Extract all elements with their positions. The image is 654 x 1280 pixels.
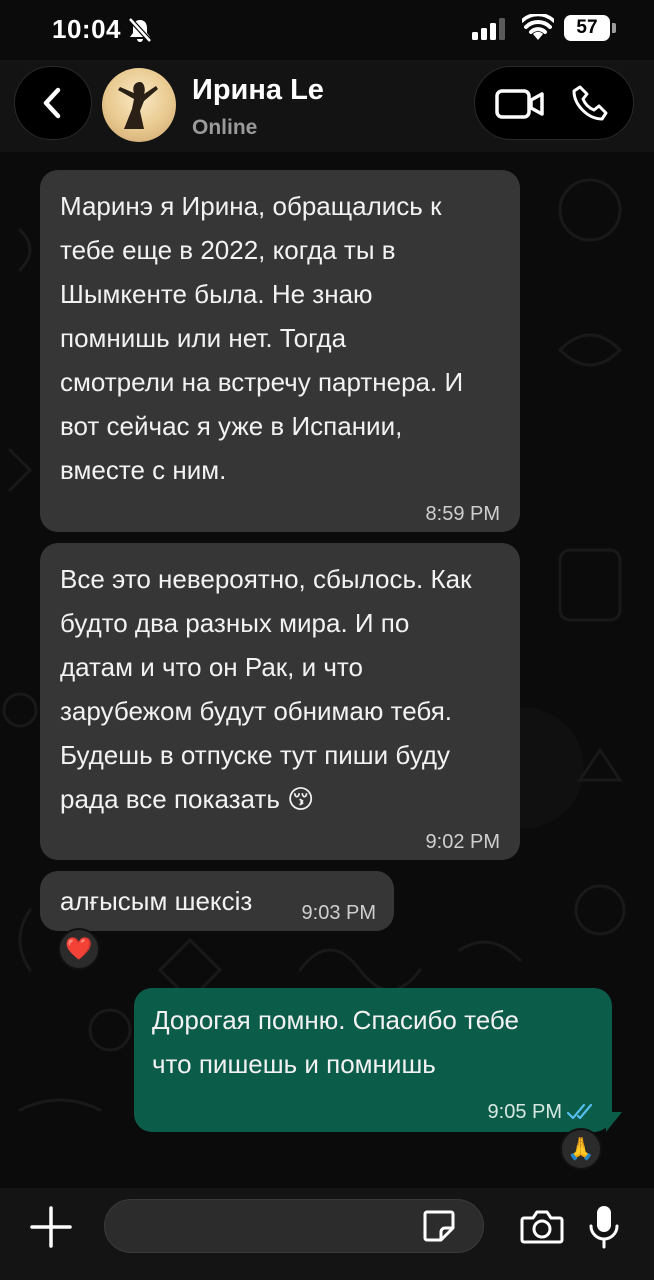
call-actions bbox=[474, 66, 634, 140]
sticker-icon[interactable] bbox=[421, 1208, 457, 1244]
camera-icon[interactable] bbox=[520, 1208, 564, 1246]
message-input[interactable] bbox=[104, 1199, 484, 1253]
message-bubble-incoming[interactable]: алғысым шексіз 9:03 PM bbox=[40, 871, 394, 931]
phone-icon[interactable] bbox=[571, 84, 611, 124]
battery-indicator: 57 bbox=[564, 15, 610, 41]
avatar-silhouette bbox=[118, 82, 158, 129]
reaction-heart[interactable]: ❤️ bbox=[58, 928, 100, 970]
read-ticks-icon bbox=[566, 1103, 593, 1120]
signal-icon bbox=[472, 18, 505, 40]
microphone-icon[interactable] bbox=[588, 1204, 620, 1250]
bell-slash-icon bbox=[128, 17, 152, 43]
back-chevron-icon bbox=[43, 87, 61, 119]
back-button[interactable] bbox=[14, 66, 92, 140]
contact-status: Online bbox=[192, 116, 258, 139]
battery-nub bbox=[612, 23, 616, 33]
avatar[interactable] bbox=[102, 68, 176, 142]
message-bubble-incoming[interactable]: Маринэ я Ирина, обращались к тебе еще в … bbox=[40, 170, 520, 532]
bubble-tail bbox=[606, 1112, 622, 1132]
video-call-icon[interactable] bbox=[495, 87, 545, 121]
message-time: 9:02 PM bbox=[425, 831, 500, 853]
message-bubble-incoming[interactable]: Все это невероятно, сбылось. Как будто д… bbox=[40, 543, 520, 860]
chat-header: Ирина Le Online bbox=[0, 60, 654, 152]
reaction-pray[interactable]: 🙏 bbox=[560, 1128, 602, 1170]
contact-name[interactable]: Ирина Le bbox=[192, 74, 324, 107]
message-text: Маринэ я Ирина, обращались к тебе еще в … bbox=[60, 191, 464, 485]
plus-icon[interactable] bbox=[28, 1204, 74, 1250]
message-text: Дорогая помню. Спасибо тебе что пишешь и… bbox=[152, 1005, 519, 1079]
composer-bar bbox=[0, 1188, 654, 1280]
wifi-icon bbox=[522, 14, 554, 40]
message-time: 8:59 PM bbox=[425, 503, 500, 525]
clock: 10:04 bbox=[52, 14, 121, 44]
status-bar: 10:04 57 bbox=[0, 0, 654, 60]
message-time: 9:05 PM bbox=[487, 1101, 562, 1123]
message-bubble-outgoing[interactable]: Дорогая помню. Спасибо тебе что пишешь и… bbox=[134, 988, 612, 1132]
message-time: 9:03 PM bbox=[301, 902, 376, 924]
message-text: Все это невероятно, сбылось. Как будто д… bbox=[60, 564, 472, 814]
